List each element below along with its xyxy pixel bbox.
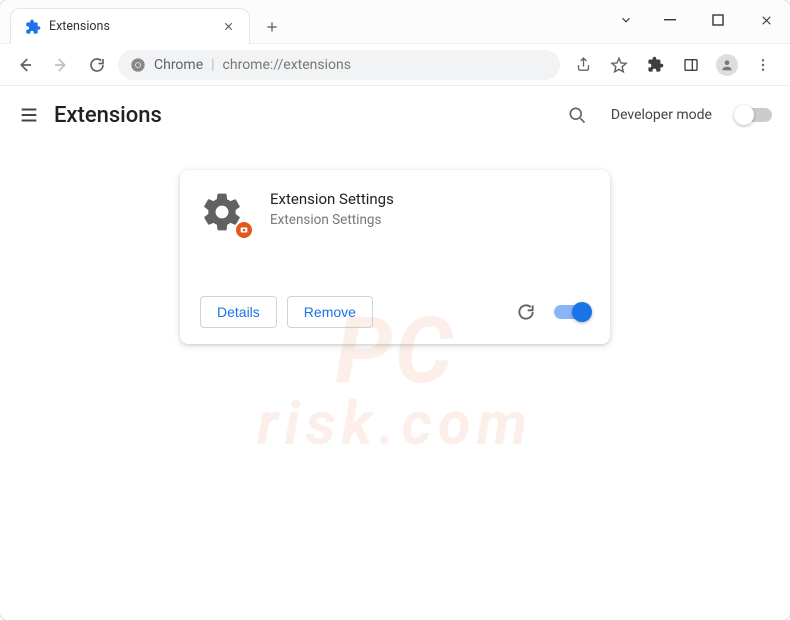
chevron-down-icon[interactable]: [606, 0, 646, 40]
browser-window: Extensions: [0, 0, 790, 620]
extension-info: Extension Settings Extension Settings: [270, 190, 394, 282]
reload-button[interactable]: [82, 50, 112, 80]
maximize-button[interactable]: [694, 0, 742, 40]
side-panel-icon[interactable]: [674, 50, 708, 80]
chrome-icon: [130, 57, 146, 73]
minimize-button[interactable]: [646, 0, 694, 40]
developer-mode-label: Developer mode: [611, 107, 712, 123]
new-tab-button[interactable]: [258, 10, 286, 43]
browser-tab[interactable]: Extensions: [10, 8, 250, 44]
extensions-puzzle-icon[interactable]: [638, 50, 672, 80]
remove-button[interactable]: Remove: [287, 296, 373, 328]
developer-mode-toggle[interactable]: [736, 108, 772, 122]
address-bar[interactable]: Chrome | chrome://extensions: [118, 50, 560, 80]
page-content: PC risk.com Extensions Developer mode: [0, 86, 790, 620]
extension-card: Extension Settings Extension Settings De…: [180, 170, 610, 344]
extension-badge-icon: [234, 220, 254, 240]
profile-avatar[interactable]: [710, 50, 744, 80]
bookmark-star-icon[interactable]: [602, 50, 636, 80]
omnibox-scheme-label: Chrome: [154, 57, 203, 73]
close-icon[interactable]: [221, 20, 235, 34]
page-title: Extensions: [54, 103, 553, 128]
extension-name: Extension Settings: [270, 190, 394, 208]
share-icon[interactable]: [566, 50, 600, 80]
back-button[interactable]: [10, 50, 40, 80]
extension-icon: [200, 190, 250, 282]
extension-enable-toggle[interactable]: [554, 305, 590, 319]
puzzle-piece-icon: [25, 19, 41, 35]
omnibox-url: chrome://extensions: [223, 57, 351, 73]
window-controls: [606, 0, 790, 43]
tab-title: Extensions: [49, 19, 213, 34]
extensions-header: Extensions Developer mode: [0, 86, 790, 144]
titlebar: Extensions: [0, 0, 790, 44]
kebab-menu-icon[interactable]: [746, 50, 780, 80]
search-icon[interactable]: [567, 105, 587, 125]
details-button[interactable]: Details: [200, 296, 277, 328]
extension-description: Extension Settings: [270, 212, 394, 228]
hamburger-menu-icon[interactable]: [18, 104, 40, 126]
omnibox-divider: |: [211, 57, 214, 73]
forward-button: [46, 50, 76, 80]
reload-extension-icon[interactable]: [516, 302, 536, 322]
toolbar: Chrome | chrome://extensions: [0, 44, 790, 86]
close-window-button[interactable]: [742, 0, 790, 40]
